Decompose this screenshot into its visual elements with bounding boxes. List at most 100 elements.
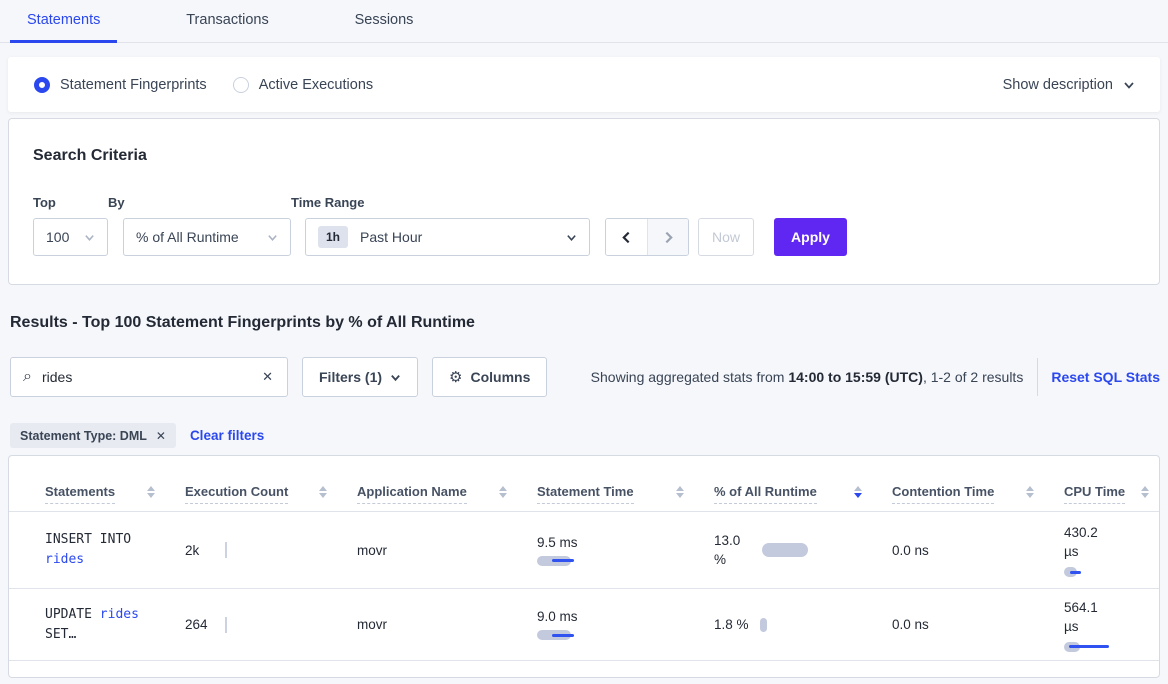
statement-time-cell: 9.5 ms [537,535,714,566]
contention-time-cell: 0.0 ns [892,617,1064,632]
column-header-execution-count[interactable]: Execution Count [185,484,357,504]
time-range-field: Time Range 1h Past Hour [291,195,590,256]
by-select-value: % of All Runtime [136,229,239,245]
sort-carets-icon[interactable] [147,486,155,504]
chevron-down-icon [267,232,278,243]
cpu-time-cell: 430.2 µs [1064,523,1159,577]
time-range-label: Time Range [291,195,590,210]
chevron-left-icon [620,231,633,244]
columns-button[interactable]: ⚙ Columns [432,357,547,397]
time-range-select[interactable]: 1h Past Hour [305,218,590,256]
chevron-down-icon [84,232,95,243]
sort-carets-icon[interactable] [676,486,684,504]
column-header-statements[interactable]: Statements [45,484,185,504]
time-next-button[interactable] [647,219,688,255]
radio-label: Statement Fingerprints [60,77,207,93]
table-header-row: Statements Execution Count Application N… [9,456,1159,512]
sort-carets-icon[interactable] [499,486,507,504]
top-select[interactable]: 100 [33,218,108,256]
time-nav-group [605,218,689,256]
by-select[interactable]: % of All Runtime [123,218,291,256]
sql-text: INSERT INTO [45,532,131,547]
show-description-label: Show description [1003,77,1113,93]
chevron-down-icon [390,372,401,383]
runtime-bar [762,543,808,557]
filter-chip-row: Statement Type: DML ✕ Clear filters [10,423,264,448]
apply-button[interactable]: Apply [774,218,847,256]
chevron-right-icon [662,231,675,244]
column-header-application-name[interactable]: Application Name [357,484,537,504]
runtime-bar [760,618,767,632]
statement-cell: UPDATE rides SET… [45,605,185,645]
sort-carets-icon[interactable] [1026,486,1034,504]
time-prev-button[interactable] [606,219,647,255]
sql-text: SET… [45,627,76,642]
view-toggle-panel: Statement Fingerprints Active Executions… [8,57,1160,112]
time-range-value: Past Hour [360,229,422,245]
contention-time-cell: 0.0 ns [892,543,1064,558]
tab-statements[interactable]: Statements [10,0,117,43]
statement-link[interactable]: rides [100,607,139,622]
count-bar [225,542,227,558]
search-icon: ⌕ [23,368,32,386]
now-button[interactable]: Now [698,218,754,256]
table-row: INSERT INTO rides 2k movr 9.5 ms 13.0 % … [9,512,1159,589]
gear-icon: ⚙ [449,368,462,386]
column-header-cpu-time[interactable]: CPU Time [1064,484,1159,504]
divider [1037,358,1038,396]
top-label: Top [33,195,108,210]
page-tabs: Statements Transactions Sessions [0,0,1168,43]
filters-button[interactable]: Filters (1) [302,357,418,397]
sort-carets-icon[interactable] [1141,486,1149,504]
column-header-pct-of-all-runtime[interactable]: % of All Runtime [714,484,892,504]
statement-time-cell: 9.0 ms [537,609,714,640]
statements-table: Statements Execution Count Application N… [8,455,1160,678]
chevron-down-icon [566,232,577,243]
radio-label: Active Executions [259,77,373,93]
filter-chip-label: Statement Type: DML [20,429,147,443]
radio-active-executions[interactable]: Active Executions [233,77,373,93]
table-row: UPDATE rides SET… 264 movr 9.0 ms 1.8 % … [9,589,1159,661]
results-heading: Results - Top 100 Statement Fingerprints… [10,314,475,332]
sort-carets-icon[interactable] [319,486,327,504]
application-name-cell: movr [357,617,537,632]
column-header-statement-time[interactable]: Statement Time [537,484,714,504]
tab-sessions[interactable]: Sessions [338,0,431,43]
search-input[interactable] [42,369,260,385]
results-controls: ⌕ ✕ Filters (1) ⚙ Columns Showing aggreg… [10,357,1160,397]
clear-search-icon[interactable]: ✕ [260,369,275,385]
search-criteria-title: Search Criteria [33,147,1135,165]
columns-label: Columns [470,369,530,385]
application-name-cell: movr [357,543,537,558]
cpu-bar [1064,642,1159,652]
remove-filter-icon[interactable]: ✕ [156,429,166,443]
latency-bar [537,630,714,640]
search-criteria-card: Search Criteria Top 100 By % of All Runt… [8,118,1160,285]
execution-count-cell: 264 [185,617,357,633]
column-header-contention-time[interactable]: Contention Time [892,484,1064,504]
chevron-down-icon [1123,79,1134,90]
latency-bar [537,556,714,566]
radio-statement-fingerprints[interactable]: Statement Fingerprints [34,77,207,93]
radio-selected-icon [34,77,50,93]
top-field: Top 100 [33,195,108,256]
statement-search-box: ⌕ ✕ [10,357,288,397]
clear-filters-link[interactable]: Clear filters [190,428,264,443]
pct-runtime-cell: 1.8 % [714,615,892,634]
tab-transactions[interactable]: Transactions [169,0,285,43]
reset-sql-stats-link[interactable]: Reset SQL Stats [1051,369,1160,385]
filter-chip-statement-type[interactable]: Statement Type: DML ✕ [10,423,176,448]
top-select-value: 100 [46,229,69,245]
by-label: By [108,195,291,210]
radio-unselected-icon [233,77,249,93]
sort-carets-icon-active[interactable] [854,486,862,504]
count-bar [225,617,227,633]
cpu-bar [1064,567,1159,577]
filters-label: Filters (1) [319,369,382,385]
sql-text: UPDATE [45,607,92,622]
cpu-time-cell: 564.1 µs [1064,598,1159,652]
statement-cell: INSERT INTO rides [45,530,185,570]
statement-link[interactable]: rides [45,552,84,567]
show-description-toggle[interactable]: Show description [1003,77,1134,93]
stats-time-range: 14:00 to 15:59 (UTC) [788,369,923,385]
